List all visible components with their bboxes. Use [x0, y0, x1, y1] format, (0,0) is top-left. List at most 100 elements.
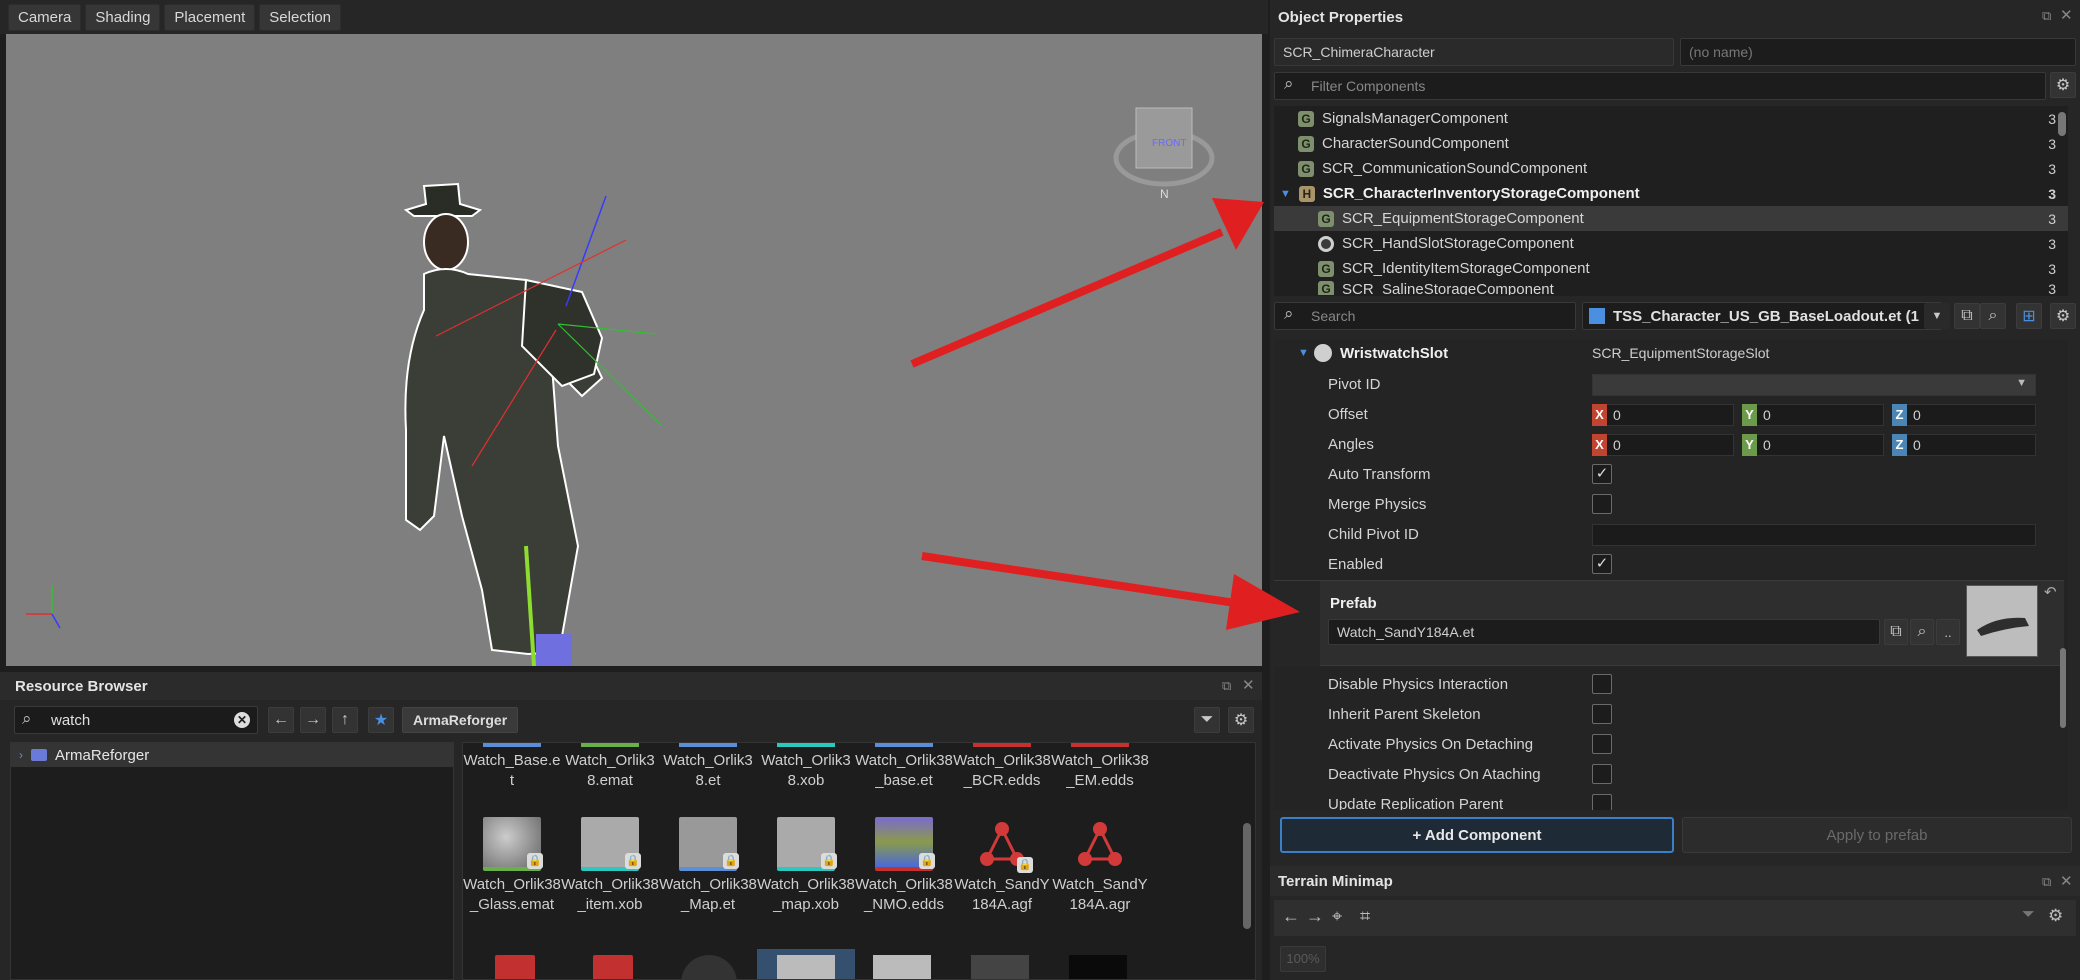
file-thumbnail[interactable] [593, 955, 633, 979]
file-thumbnail[interactable] [681, 955, 737, 979]
component-item[interactable]: G SCR_IdentityItemStorageComponent 3 [1274, 256, 2068, 281]
settings-gear-icon[interactable]: ⚙ [1228, 707, 1254, 733]
update-replication-checkbox[interactable] [1592, 794, 1612, 810]
undock-icon[interactable]: ⧉ [2042, 874, 2051, 890]
file-thumbnail[interactable] [971, 955, 1029, 979]
file-tile[interactable]: 🔒 Watch_Orlik38_map.xob [757, 817, 855, 915]
child-pivot-input[interactable] [1592, 524, 2036, 546]
close-icon[interactable]: ✕ [2060, 6, 2073, 24]
open-external-icon[interactable]: ⧉ [1954, 303, 1980, 329]
activate-physics-checkbox[interactable] [1592, 734, 1612, 754]
settings-gear-icon[interactable]: ⚙ [2048, 906, 2063, 926]
hierarchy-icon[interactable]: ⊞ [2016, 303, 2042, 329]
grid-scrollbar[interactable] [1243, 823, 1251, 929]
component-item-inventory[interactable]: ▼ H SCR_CharacterInventoryStorageComponent… [1274, 181, 2068, 206]
crosshair-icon[interactable]: ⌖ [1332, 906, 1342, 927]
filter-components-input[interactable]: Filter Components [1274, 72, 2046, 100]
back-arrow-icon[interactable]: ← [268, 707, 294, 733]
apply-to-prefab-button[interactable]: Apply to prefab [1682, 817, 2072, 853]
file-tile[interactable]: 🔒 Watch_Orlik38_Map.et [659, 817, 757, 915]
prefab-selector[interactable]: TSS_Character_US_GB_BaseLoadout.et (1 [1582, 302, 1942, 330]
file-thumbnail[interactable] [495, 955, 535, 979]
character-model[interactable] [403, 182, 604, 666]
root-breadcrumb[interactable]: ArmaReforger [402, 707, 519, 733]
enabled-checkbox[interactable]: ✓ [1592, 554, 1612, 574]
component-label: SCR_CharacterInventoryStorageComponent [1322, 185, 1640, 202]
up-arrow-icon[interactable]: ↑ [332, 707, 358, 733]
file-tile[interactable]: Watch_SandY184A.agr [1051, 817, 1149, 915]
back-arrow-icon[interactable]: ← [1282, 906, 1300, 927]
file-tile[interactable]: 🔒 Watch_SandY184A.agf [953, 817, 1051, 915]
property-search-input[interactable]: Search [1274, 302, 1576, 330]
browse-button[interactable]: .. [1936, 619, 1960, 645]
inherit-skeleton-checkbox[interactable] [1592, 704, 1612, 724]
angles-x-input[interactable]: X0 [1592, 434, 1734, 456]
reset-undo-icon[interactable]: ↶ [2044, 583, 2057, 601]
merge-physics-checkbox[interactable] [1592, 494, 1612, 514]
chevron-down-icon[interactable]: ▼ [1924, 303, 1950, 329]
auto-transform-checkbox[interactable]: ✓ [1592, 464, 1612, 484]
angles-z-input[interactable]: Z0 [1892, 434, 2036, 456]
file-tile[interactable]: Watch_Orlik38_BCR.edds [953, 743, 1051, 791]
slot-header-row[interactable]: ▼ WristwatchSlot SCR_EquipmentStorageSlo… [1274, 340, 2064, 370]
forward-arrow-icon[interactable]: → [300, 707, 326, 733]
file-tile[interactable]: Watch_Base.et [463, 743, 561, 791]
filter-icon[interactable]: ⏷ [2022, 906, 2035, 924]
component-item[interactable]: G CharacterSoundComponent 3 [1274, 131, 2068, 156]
zoom-level[interactable]: 100% [1280, 946, 1326, 972]
crop-icon[interactable]: ⌗ [1360, 906, 1370, 927]
component-item[interactable]: G SCR_CommunicationSoundComponent 3 [1274, 156, 2068, 181]
component-item-selected[interactable]: G SCR_EquipmentStorageComponent 3 [1274, 206, 2068, 231]
file-tile[interactable]: 🔒 Watch_Orlik38_item.xob [561, 817, 659, 915]
file-tile[interactable]: 🔒 Watch_Orlik38_NMO.edds [855, 817, 953, 915]
placement-menu[interactable]: Placement [164, 3, 256, 31]
forward-arrow-icon[interactable]: → [1306, 906, 1324, 927]
file-tile[interactable]: Watch_Orlik38.xob [757, 743, 855, 791]
open-external-icon[interactable]: ⧉ [1884, 619, 1908, 645]
resource-search-input[interactable]: watch [14, 706, 258, 734]
file-thumbnail[interactable] [873, 955, 931, 979]
3d-viewport[interactable]: FRONT N [6, 34, 1262, 666]
expand-chevron-icon[interactable]: ▼ [1280, 188, 1291, 200]
offset-z-input[interactable]: Z0 [1892, 404, 2036, 426]
file-tile[interactable]: Watch_Orlik38_EM.edds [1051, 743, 1149, 791]
tree-item-armareforger[interactable]: › ArmaReforger [11, 743, 453, 767]
angles-y-input[interactable]: Y0 [1742, 434, 1884, 456]
file-tile[interactable]: Watch_Orlik38.emat [561, 743, 659, 791]
shading-menu[interactable]: Shading [85, 3, 161, 31]
component-item[interactable]: SCR_HandSlotStorageComponent 3 [1274, 231, 2068, 256]
filter-icon[interactable]: ⏷ [1194, 707, 1220, 733]
file-tile[interactable]: 🔒 Watch_Orlik38_Glass.emat [463, 817, 561, 915]
entity-name-input[interactable]: (no name) [1680, 38, 2076, 66]
component-item[interactable]: G SCR_SalineStorageComponent 3 [1274, 281, 2068, 295]
file-thumbnail[interactable] [1069, 955, 1127, 979]
deactivate-physics-checkbox[interactable] [1592, 764, 1612, 784]
properties-scrollbar[interactable] [2060, 648, 2066, 728]
orientation-cube-icon[interactable]: FRONT N [1113, 107, 1215, 201]
offset-x-input[interactable]: X0 [1592, 404, 1734, 426]
expand-chevron-icon[interactable]: ▼ [1298, 347, 1309, 359]
settings-gear-icon[interactable]: ⚙ [2050, 72, 2076, 98]
undock-icon[interactable]: ⧉ [1222, 678, 1231, 694]
close-icon[interactable]: ✕ [2060, 872, 2073, 890]
locate-search-icon[interactable]: ⌕ [1980, 303, 2006, 329]
clear-search-icon[interactable]: ✕ [234, 712, 250, 728]
pivot-id-dropdown[interactable]: ▼ [1592, 374, 2036, 396]
selected-file-tile[interactable] [757, 949, 855, 979]
offset-y-input[interactable]: Y0 [1742, 404, 1884, 426]
component-scrollbar[interactable] [2058, 112, 2066, 136]
component-item[interactable]: G SignalsManagerComponent 3 [1274, 106, 2068, 131]
add-component-button[interactable]: + Add Component [1280, 817, 1674, 853]
prefab-path-input[interactable]: Watch_SandY184A.et [1328, 619, 1880, 645]
disable-physics-checkbox[interactable] [1592, 674, 1612, 694]
undock-icon[interactable]: ⧉ [2042, 8, 2051, 24]
file-tile[interactable]: Watch_Orlik38_base.et [855, 743, 953, 791]
search-icon[interactable]: ⌕ [1910, 619, 1934, 645]
settings-gear-icon[interactable]: ⚙ [2050, 303, 2076, 329]
expand-chevron-icon[interactable]: › [19, 748, 23, 762]
close-icon[interactable]: ✕ [1242, 676, 1255, 694]
file-tile[interactable]: Watch_Orlik38.et [659, 743, 757, 791]
camera-menu[interactable]: Camera [8, 3, 82, 31]
selection-menu[interactable]: Selection [259, 3, 342, 31]
favorites-star-icon[interactable]: ★ [368, 707, 394, 733]
